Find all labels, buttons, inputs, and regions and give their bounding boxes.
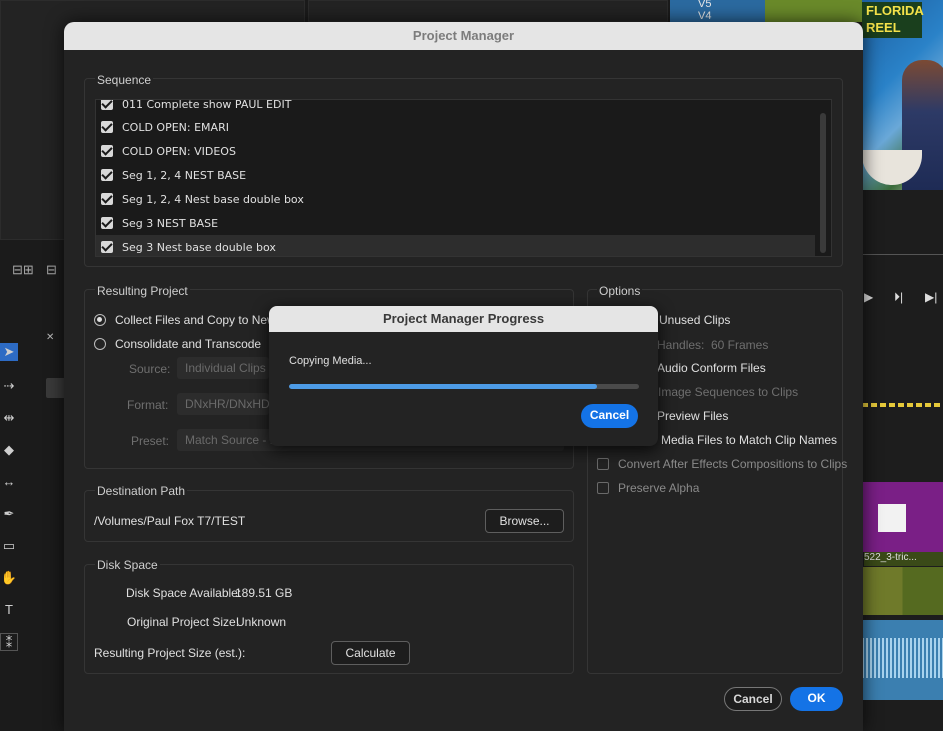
sequence-item-label: Seg 3 Nest base double box bbox=[122, 240, 276, 254]
sequence-item[interactable]: Seg 3 Nest base double box bbox=[96, 235, 815, 256]
handles-value[interactable]: 60 Frames bbox=[711, 338, 768, 352]
timeline-panel: ▶ ⏵| ▶| 522_3-tric... bbox=[862, 190, 943, 731]
sequence-item-label: COLD OPEN: VIDEOS bbox=[122, 144, 236, 158]
handles-label: Handles: bbox=[657, 338, 705, 352]
clip-frame bbox=[878, 504, 906, 532]
browse-button[interactable]: Browse... bbox=[485, 509, 564, 533]
timeline-clip-name: 522_3-tric... bbox=[864, 552, 943, 566]
program-monitor-video: FLORIDA REEL bbox=[862, 0, 943, 190]
consolidate-label[interactable]: Consolidate and Transcode bbox=[115, 337, 261, 351]
audio-waveform-clip[interactable] bbox=[862, 620, 943, 700]
progress-status: Copying Media... bbox=[289, 355, 372, 367]
sequence-checkbox[interactable] bbox=[101, 145, 113, 157]
timeline-video-clip[interactable] bbox=[862, 567, 943, 615]
sequence-item-label: 011 Complete show PAUL EDIT bbox=[122, 99, 292, 111]
sequence-item-label: Seg 3 NEST BASE bbox=[122, 216, 219, 230]
sequence-item-label: COLD OPEN: EMARI bbox=[122, 120, 229, 134]
sequence-group-label: Sequence bbox=[95, 73, 154, 87]
sequence-item[interactable]: Seg 1, 2, 4 NEST BASE bbox=[96, 163, 815, 187]
rectangle-icon[interactable]: ▭ bbox=[0, 537, 18, 555]
type-tool-icon[interactable]: T bbox=[0, 601, 18, 619]
disk-available-label: Disk Space Available: bbox=[126, 586, 242, 600]
preserve-alpha-label[interactable]: Preserve Alpha bbox=[618, 481, 699, 495]
source-dropdown[interactable]: Individual Clips bbox=[177, 357, 269, 379]
sequence-checkbox[interactable] bbox=[101, 169, 113, 181]
sequence-scrollbar[interactable] bbox=[820, 113, 826, 253]
audio-conform-label[interactable]: Audio Conform Files bbox=[657, 361, 766, 375]
resulting-project-label: Resulting Project bbox=[95, 284, 190, 298]
track-label-v4: V4 bbox=[698, 10, 712, 22]
preserve-alpha-checkbox[interactable] bbox=[597, 482, 609, 494]
original-size-label: Original Project Size: bbox=[127, 615, 240, 629]
destination-path: /Volumes/Paul Fox T7/TEST bbox=[94, 514, 246, 528]
lift-icon[interactable]: ⊟⊞ bbox=[12, 262, 34, 278]
extract-icon[interactable]: ⊟ bbox=[46, 262, 57, 278]
sequence-checkbox[interactable] bbox=[101, 193, 113, 205]
track-label-v5: V5 bbox=[698, 0, 712, 10]
format-label: Format: bbox=[127, 398, 169, 412]
timeline-clip[interactable] bbox=[862, 482, 943, 552]
resulting-size-label: Resulting Project Size (est.): bbox=[94, 646, 246, 660]
rename-media-label[interactable]: Media Files to Match Clip Names bbox=[661, 433, 837, 447]
logo-line-1: FLORIDA bbox=[866, 3, 924, 18]
convert-ae-label[interactable]: Convert After Effects Compositions to Cl… bbox=[618, 457, 847, 471]
collect-files-radio[interactable] bbox=[94, 314, 106, 326]
sequence-checkbox[interactable] bbox=[101, 217, 113, 229]
preset-label: Preset: bbox=[131, 434, 170, 448]
collect-files-label[interactable]: Collect Files and Copy to New L bbox=[115, 313, 286, 327]
sequence-item[interactable]: COLD OPEN: VIDEOS bbox=[96, 139, 815, 163]
sequence-item[interactable]: 011 Complete show PAUL EDIT bbox=[96, 99, 815, 116]
sequence-item[interactable]: Seg 3 NEST BASE bbox=[96, 211, 815, 235]
progress-bar-fill bbox=[289, 384, 597, 389]
format-dropdown[interactable]: DNxHR/DNxHD M bbox=[177, 393, 269, 415]
ruler-ticks bbox=[862, 245, 943, 255]
preview-files-label[interactable]: Preview Files bbox=[657, 409, 728, 423]
show-logo: FLORIDA REEL bbox=[862, 2, 924, 38]
calculate-button[interactable]: Calculate bbox=[331, 641, 410, 665]
progress-cancel-button[interactable]: Cancel bbox=[581, 404, 638, 428]
track-select-icon[interactable]: ⇢ bbox=[0, 377, 18, 395]
original-size-value: Unknown bbox=[236, 615, 287, 629]
pen-icon[interactable]: ✒ bbox=[0, 505, 18, 523]
ok-button[interactable]: OK bbox=[790, 687, 843, 711]
image-sequences-label[interactable]: Image Sequences to Clips bbox=[658, 385, 798, 399]
disk-space-label: Disk Space bbox=[95, 558, 160, 572]
sequence-checkbox[interactable] bbox=[101, 241, 113, 253]
destination-label: Destination Path bbox=[95, 484, 188, 498]
options-label: Options bbox=[597, 284, 643, 298]
progress-title[interactable]: Project Manager Progress bbox=[269, 306, 658, 332]
program-frame-strip-2 bbox=[765, 0, 862, 22]
close-tab-icon[interactable]: ✕ bbox=[46, 332, 54, 343]
tools-panel: ➤ ⇢ ⇹ ◆ ↔ ✒ ▭ ✋ T ⁑ bbox=[0, 340, 22, 660]
source-panel bbox=[308, 0, 668, 22]
go-to-out-icon[interactable]: ▶| bbox=[925, 290, 937, 304]
sequence-item-label: Seg 1, 2, 4 Nest base double box bbox=[122, 192, 304, 206]
progress-bar bbox=[289, 384, 639, 389]
step-forward-icon[interactable]: ⏵| bbox=[894, 290, 903, 305]
logo-line-2: REEL bbox=[866, 20, 901, 35]
remix-icon[interactable]: ⁑ bbox=[0, 633, 18, 651]
razor-icon[interactable]: ◆ bbox=[0, 441, 18, 459]
convert-ae-checkbox[interactable] bbox=[597, 458, 609, 470]
hand-icon[interactable]: ✋ bbox=[0, 569, 18, 587]
sequence-checkbox[interactable] bbox=[101, 121, 113, 133]
disk-available-value: 189.51 GB bbox=[235, 586, 293, 600]
sequence-item[interactable]: COLD OPEN: EMARI bbox=[96, 115, 815, 139]
ripple-edit-icon[interactable]: ⇹ bbox=[0, 409, 18, 427]
sequence-item[interactable]: Seg 1, 2, 4 Nest base double box bbox=[96, 187, 815, 211]
exclude-unused-clips-label[interactable]: Unused Clips bbox=[659, 313, 730, 327]
progress-dialog: Project Manager Progress Copying Media..… bbox=[269, 306, 658, 446]
work-area-bar bbox=[862, 403, 943, 407]
sequence-list: 011 Complete show PAUL EDIT COLD OPEN: E… bbox=[95, 99, 832, 257]
sequence-item-label: Seg 1, 2, 4 NEST BASE bbox=[122, 168, 247, 182]
dialog-title[interactable]: Project Manager bbox=[64, 22, 863, 50]
source-label: Source: bbox=[129, 362, 171, 376]
consolidate-radio[interactable] bbox=[94, 338, 106, 350]
cancel-button[interactable]: Cancel bbox=[724, 687, 782, 711]
sequence-checkbox[interactable] bbox=[101, 100, 113, 110]
slip-icon[interactable]: ↔ bbox=[0, 473, 18, 491]
play-icon[interactable]: ▶ bbox=[864, 290, 873, 304]
selection-tool-icon[interactable]: ➤ bbox=[0, 343, 18, 361]
